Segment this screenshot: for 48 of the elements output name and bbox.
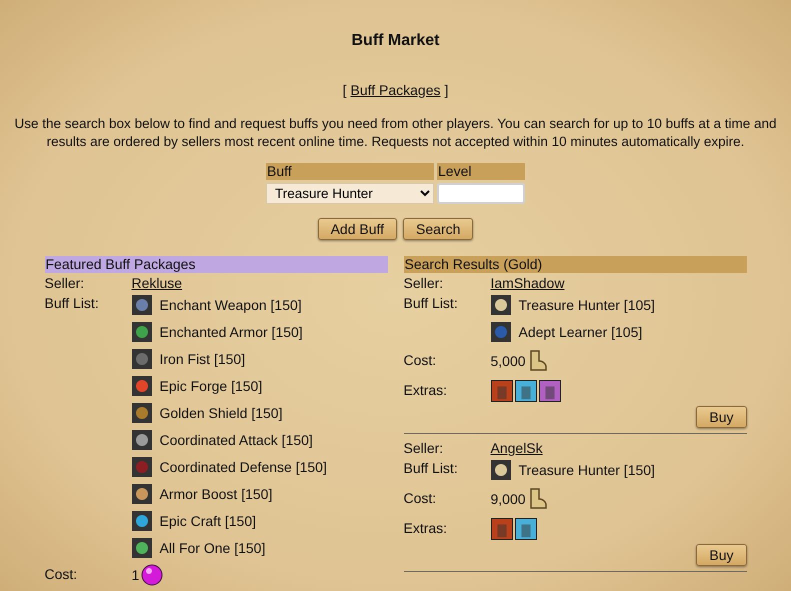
buff-packages-link[interactable]: Buff Packages: [350, 82, 441, 98]
level-input[interactable]: [437, 183, 525, 204]
field-label: Extras:: [404, 381, 448, 400]
buff-label: Buff: [266, 163, 434, 180]
cost-value: 1: [132, 567, 140, 583]
currency-icon: [528, 488, 548, 510]
intro-text: Use the search box below to find and request buffs you need from other players. You can search for up to 10 buffs at a time and results are ordered by sellers most recent online time. Requests not accepted within 10 minutes automatically expire.: [14, 115, 778, 151]
buff-name: Golden Shield [150]: [160, 405, 282, 421]
buff-name: Treasure Hunter [150]: [518, 462, 655, 478]
bracket: ]: [444, 82, 448, 98]
section-heading: Search Results (Gold): [404, 256, 746, 273]
buff-name: Enchanted Armor [150]: [160, 324, 303, 340]
currency-icon: [528, 350, 548, 372]
field-label: Seller:: [44, 274, 86, 293]
seller-link[interactable]: Rekluse: [132, 275, 182, 291]
section-heading: Featured Buff Packages: [44, 256, 388, 273]
field-label: Cost:: [44, 565, 78, 584]
seller-link[interactable]: IamShadow: [490, 275, 564, 291]
bracket: [: [342, 82, 346, 98]
buy-button[interactable]: Buy: [696, 544, 746, 566]
buff-name: Coordinated Attack [150]: [160, 432, 313, 448]
field-label: Seller:: [404, 274, 444, 293]
buff-name: Iron Fist [150]: [160, 351, 246, 367]
buff-name: Treasure Hunter [105]: [518, 297, 655, 313]
field-label: Buff List:: [404, 459, 459, 478]
field-label: Seller:: [404, 439, 444, 458]
buff-select[interactable]: Treasure Hunter: [266, 183, 434, 204]
buff-name: Enchant Weapon [150]: [160, 297, 302, 313]
field-label: Buff List:: [44, 294, 100, 313]
field-label: Cost:: [404, 351, 438, 370]
field-label: Buff List:: [404, 294, 459, 313]
cost-value: 9,000: [490, 491, 526, 507]
buy-button[interactable]: Buy: [696, 406, 746, 428]
buff-name: Epic Craft [150]: [160, 513, 256, 529]
buff-name: All For One [150]: [160, 540, 266, 556]
field-label: Extras:: [404, 519, 448, 538]
seller-link[interactable]: AngelSk: [490, 440, 543, 456]
buff-name: Adept Learner [105]: [518, 324, 642, 340]
page-title: Buff Market: [351, 32, 440, 50]
buff-name: Armor Boost [150]: [160, 486, 272, 502]
form-button[interactable]: Add Buff: [318, 218, 398, 240]
buff-name: Coordinated Defense [150]: [160, 459, 327, 475]
cost-value: 5,000: [490, 353, 526, 369]
level-label: Level: [437, 163, 525, 180]
form-button[interactable]: Search: [403, 218, 474, 240]
buff-name: Epic Forge [150]: [160, 378, 262, 394]
field-label: Cost:: [404, 489, 438, 508]
orb-icon: [141, 564, 164, 586]
